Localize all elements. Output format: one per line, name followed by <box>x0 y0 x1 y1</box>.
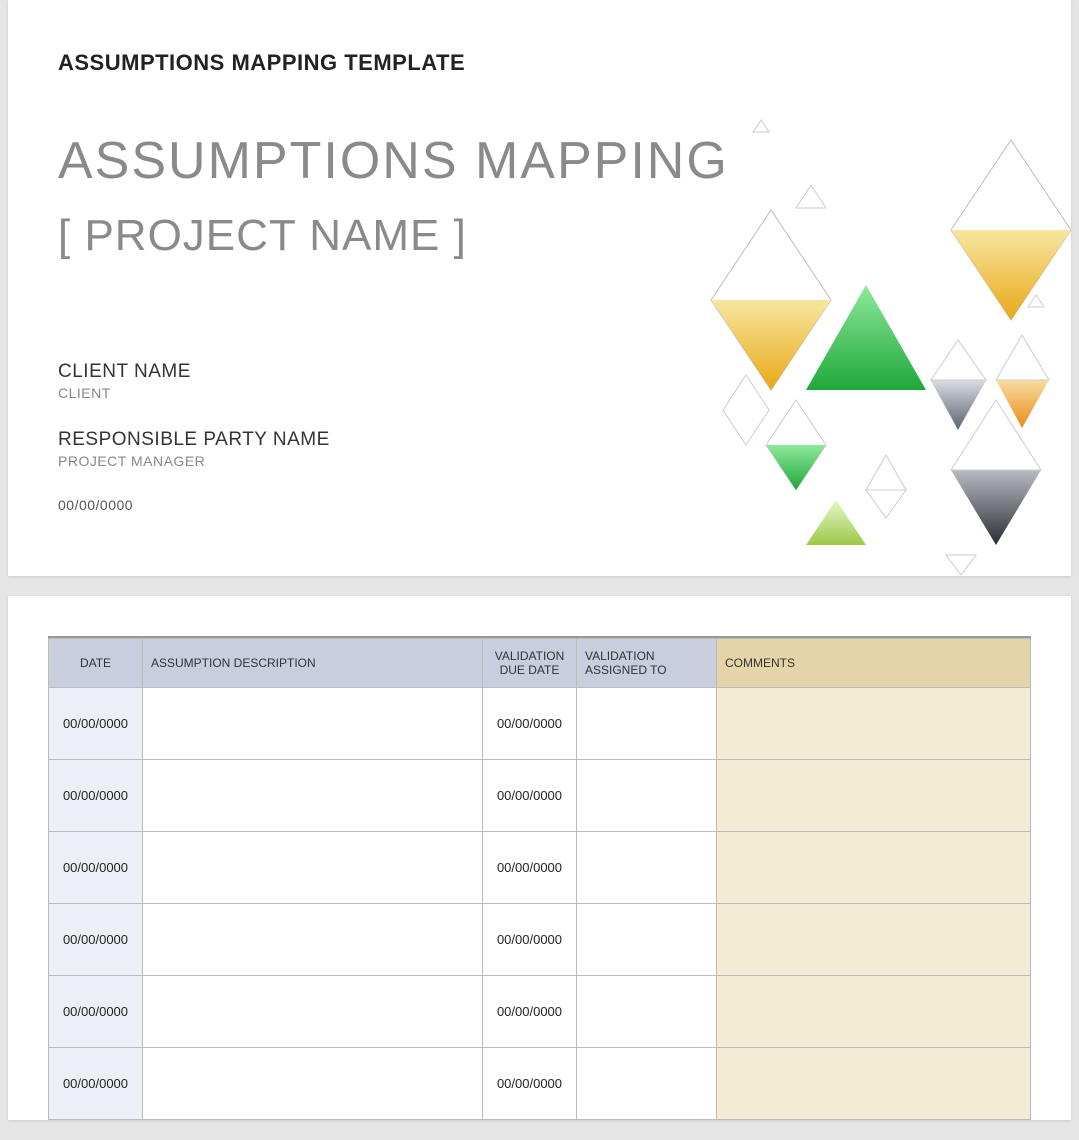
cell-comments[interactable] <box>717 904 1031 976</box>
cell-assigned[interactable] <box>577 904 717 976</box>
cell-due[interactable]: 00/00/0000 <box>483 832 577 904</box>
cell-description[interactable] <box>143 1048 483 1120</box>
table-row: 00/00/0000 00/00/0000 <box>49 976 1031 1048</box>
cell-due[interactable]: 00/00/0000 <box>483 904 577 976</box>
cell-date[interactable]: 00/00/0000 <box>49 760 143 832</box>
table-header-row: DATE ASSUMPTION DESCRIPTION VALIDATION D… <box>49 639 1031 688</box>
cell-due[interactable]: 00/00/0000 <box>483 976 577 1048</box>
cover-page: ASSUMPTIONS MAPPING TEMPLATE ASSUMPTIONS… <box>8 0 1071 576</box>
cell-date[interactable]: 00/00/0000 <box>49 832 143 904</box>
header-assigned: VALIDATION ASSIGNED TO <box>577 639 717 688</box>
table-row: 00/00/0000 00/00/0000 <box>49 904 1031 976</box>
cell-comments[interactable] <box>717 832 1031 904</box>
table-row: 00/00/0000 00/00/0000 <box>49 1048 1031 1120</box>
cell-date[interactable]: 00/00/0000 <box>49 688 143 760</box>
cell-assigned[interactable] <box>577 760 717 832</box>
cell-date[interactable]: 00/00/0000 <box>49 904 143 976</box>
responsible-label: PROJECT MANAGER <box>58 453 1021 469</box>
cell-assigned[interactable] <box>577 976 717 1048</box>
header-description: ASSUMPTION DESCRIPTION <box>143 639 483 688</box>
cell-assigned[interactable] <box>577 832 717 904</box>
table-row: 00/00/0000 00/00/0000 <box>49 760 1031 832</box>
cell-description[interactable] <box>143 688 483 760</box>
document-date[interactable]: 00/00/0000 <box>58 497 1021 513</box>
cell-description[interactable] <box>143 760 483 832</box>
table-row: 00/00/0000 00/00/0000 <box>49 688 1031 760</box>
cell-description[interactable] <box>143 832 483 904</box>
header-comments: COMMENTS <box>717 639 1031 688</box>
responsible-value[interactable]: RESPONSIBLE PARTY NAME <box>58 429 1021 451</box>
table-row: 00/00/0000 00/00/0000 <box>49 832 1031 904</box>
client-name-value[interactable]: CLIENT NAME <box>58 361 1021 383</box>
cell-comments[interactable] <box>717 976 1031 1048</box>
table-page: DATE ASSUMPTION DESCRIPTION VALIDATION D… <box>8 596 1071 1120</box>
cell-description[interactable] <box>143 976 483 1048</box>
cell-due[interactable]: 00/00/0000 <box>483 760 577 832</box>
client-block: CLIENT NAME CLIENT <box>58 361 1021 401</box>
project-name-placeholder[interactable]: [ PROJECT NAME ] <box>58 211 1021 261</box>
cell-date[interactable]: 00/00/0000 <box>49 976 143 1048</box>
template-title: ASSUMPTIONS MAPPING TEMPLATE <box>58 50 1021 76</box>
document-heading: ASSUMPTIONS MAPPING <box>58 131 1021 191</box>
cell-comments[interactable] <box>717 688 1031 760</box>
cell-due[interactable]: 00/00/0000 <box>483 688 577 760</box>
cell-description[interactable] <box>143 904 483 976</box>
assumptions-table: DATE ASSUMPTION DESCRIPTION VALIDATION D… <box>48 638 1031 1120</box>
cell-date[interactable]: 00/00/0000 <box>49 1048 143 1120</box>
header-date: DATE <box>49 639 143 688</box>
header-due: VALIDATION DUE DATE <box>483 639 577 688</box>
cell-comments[interactable] <box>717 1048 1031 1120</box>
cell-due[interactable]: 00/00/0000 <box>483 1048 577 1120</box>
client-label: CLIENT <box>58 385 1021 401</box>
responsible-block: RESPONSIBLE PARTY NAME PROJECT MANAGER <box>58 429 1021 469</box>
cell-assigned[interactable] <box>577 688 717 760</box>
cell-comments[interactable] <box>717 760 1031 832</box>
cell-assigned[interactable] <box>577 1048 717 1120</box>
